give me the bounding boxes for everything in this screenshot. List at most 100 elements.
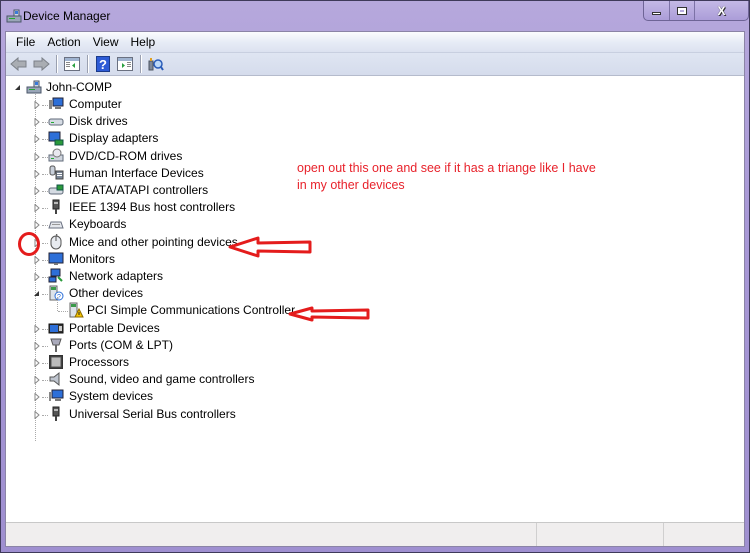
keyboard-icon xyxy=(48,216,64,232)
menu-view[interactable]: View xyxy=(87,35,125,49)
toolbar: ? xyxy=(6,52,744,76)
menu-action[interactable]: Action xyxy=(41,35,86,49)
tree-item-ieee-1394-bus-host-controllers[interactable]: IEEE 1394 Bus host controllers xyxy=(6,199,306,216)
title-bar[interactable]: Device Manager X xyxy=(1,1,749,31)
tree-item-portable-devices[interactable]: Portable Devices xyxy=(6,320,306,337)
menu-file[interactable]: File xyxy=(10,35,41,49)
action-pane-icon xyxy=(117,57,133,71)
ide-controller-icon xyxy=(48,182,64,198)
tree-item-ports-com-lpt[interactable]: Ports (COM & LPT) xyxy=(6,337,306,354)
expand-arrow-icon[interactable] xyxy=(32,410,41,419)
expand-arrow-icon[interactable] xyxy=(32,375,41,384)
tree-item-other-devices[interactable]: ? Other devices xyxy=(6,285,306,302)
collapse-arrow-icon[interactable] xyxy=(32,289,41,298)
tree-item-label: Human Interface Devices xyxy=(69,166,204,180)
mouse-icon xyxy=(48,233,64,250)
toolbar-separator xyxy=(56,55,57,73)
toolbar-separator xyxy=(140,55,141,73)
computer-icon xyxy=(48,96,64,112)
tree-item-system-devices[interactable]: System devices xyxy=(6,388,306,405)
tree-item-label: Mice and other pointing devices xyxy=(69,235,238,249)
tree-connector xyxy=(58,311,68,312)
ieee1394-icon xyxy=(48,199,64,215)
tree-item-disk-drives[interactable]: Disk drives xyxy=(6,113,306,130)
menu-help[interactable]: Help xyxy=(125,35,162,49)
tree-item-label: Monitors xyxy=(69,252,116,266)
help-button[interactable]: ? xyxy=(92,54,114,74)
toolbar-separator xyxy=(87,55,88,73)
tree-item-label: Display adapters xyxy=(69,131,159,145)
scan-hardware-changes-button[interactable] xyxy=(145,54,167,74)
show-hide-action-pane-button[interactable] xyxy=(114,54,136,74)
expand-arrow-icon[interactable] xyxy=(32,169,41,178)
scan-hardware-icon xyxy=(148,58,164,71)
tree-item-label: Computer xyxy=(69,97,122,111)
help-icon: ? xyxy=(96,56,110,72)
tree-item-network-adapters[interactable]: Network adapters xyxy=(6,268,306,285)
back-button[interactable] xyxy=(8,54,30,74)
tree-item-label: IEEE 1394 Bus host controllers xyxy=(69,200,236,214)
sound-icon xyxy=(48,371,64,387)
processor-icon xyxy=(48,354,64,370)
minimize-button[interactable] xyxy=(644,1,670,20)
expand-arrow-icon[interactable] xyxy=(32,117,41,126)
tree-root[interactable]: John-COMP xyxy=(6,79,206,96)
forward-button[interactable] xyxy=(30,54,52,74)
network-adapter-icon xyxy=(48,268,64,284)
tree-item-label: Other devices xyxy=(69,286,144,300)
annotation-note: open out this one and see if it has a tr… xyxy=(297,161,596,192)
tree-item-universal-serial-bus-controllers[interactable]: Universal Serial Bus controllers xyxy=(6,406,306,423)
minimize-icon xyxy=(651,12,661,15)
svg-text:?: ? xyxy=(99,57,107,72)
tree-item-ide-ata-atapi-controllers[interactable]: IDE ATA/ATAPI controllers xyxy=(6,182,306,199)
tree-item-pci-simple-communications-controller[interactable]: PCI Simple Communications Controller xyxy=(6,297,306,319)
expand-arrow-icon[interactable] xyxy=(32,186,41,195)
annotation-arrow-mice xyxy=(228,236,312,258)
expand-arrow-icon[interactable] xyxy=(32,392,41,401)
maximize-button[interactable] xyxy=(670,1,696,20)
tree-item-computer[interactable]: Computer xyxy=(6,96,306,113)
expand-arrow-icon[interactable] xyxy=(32,152,41,161)
tree-root-label: John-COMP xyxy=(46,80,113,94)
tree-item-label: Universal Serial Bus controllers xyxy=(69,407,236,421)
expand-arrow-icon[interactable] xyxy=(32,324,41,333)
tree-item-label: System devices xyxy=(69,389,154,403)
annotation-arrow-pci xyxy=(288,306,370,322)
tree-item-label: IDE ATA/ATAPI controllers xyxy=(69,183,209,197)
expand-arrow-icon[interactable] xyxy=(32,220,41,229)
tree-item-human-interface-devices[interactable]: Human Interface Devices xyxy=(6,165,306,182)
close-icon: X xyxy=(717,3,726,18)
disk-drive-icon xyxy=(48,113,64,129)
tree-item-label: PCI Simple Communications Controller xyxy=(87,303,296,317)
expand-arrow-icon[interactable] xyxy=(32,272,41,281)
tree-connector xyxy=(57,297,58,311)
tree-item-label: Sound, video and game controllers xyxy=(69,372,255,386)
tree-item-label: Ports (COM & LPT) xyxy=(69,338,174,352)
expand-arrow-icon[interactable] xyxy=(32,255,41,264)
expand-arrow-icon[interactable] xyxy=(32,358,41,367)
expand-arrow-icon[interactable] xyxy=(32,134,41,143)
tree-item-sound-video-and-game-controllers[interactable]: Sound, video and game controllers xyxy=(6,371,306,388)
tree-item-label: Portable Devices xyxy=(69,321,160,335)
client-area: File Action View Help ? John-COMP Comput… xyxy=(5,31,745,547)
expand-arrow-icon[interactable] xyxy=(32,100,41,109)
tree-item-keyboards[interactable]: Keyboards xyxy=(6,216,306,233)
expand-arrow-icon[interactable] xyxy=(32,203,41,212)
show-hide-console-tree-button[interactable] xyxy=(61,54,83,74)
status-pane-secondary xyxy=(537,523,664,546)
monitor-icon xyxy=(48,251,64,267)
tree-item-label: Processors xyxy=(69,355,130,369)
computer-root-icon xyxy=(26,79,42,95)
window-title: Device Manager xyxy=(23,9,111,23)
tree-item-dvd-cd-rom-drives[interactable]: DVD/CD-ROM drives xyxy=(6,148,306,165)
status-bar xyxy=(6,522,744,546)
tree-item-processors[interactable]: Processors xyxy=(6,354,306,371)
collapse-arrow-icon[interactable] xyxy=(13,83,22,92)
status-pane-tertiary xyxy=(664,523,744,546)
caption-buttons: X xyxy=(643,1,749,21)
device-manager-icon xyxy=(6,8,22,24)
tree-item-display-adapters[interactable]: Display adapters xyxy=(6,130,306,147)
close-button[interactable]: X xyxy=(695,1,748,20)
expand-arrow-icon[interactable] xyxy=(32,341,41,350)
tree-item-label: Keyboards xyxy=(69,217,127,231)
